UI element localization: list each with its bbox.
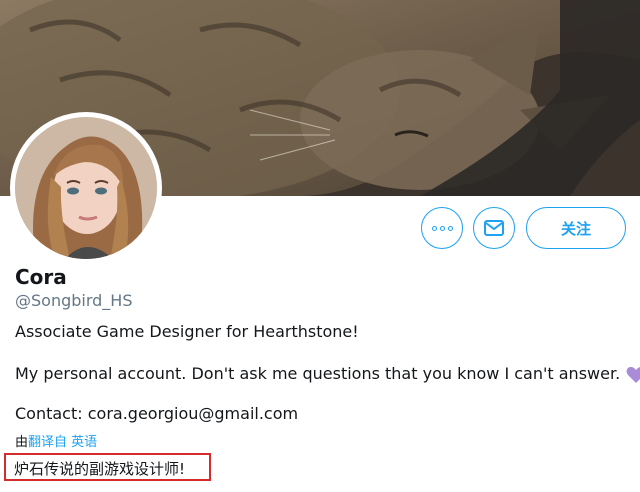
more-dots-icon <box>431 225 453 231</box>
profile-name: Cora <box>15 265 67 289</box>
purple-heart-icon <box>626 366 640 383</box>
translated-bio-highlight: 炉石传说的副游戏设计师! <box>4 453 211 481</box>
envelope-icon <box>484 220 504 236</box>
direct-message-button[interactable] <box>473 207 515 249</box>
profile-handle: @Songbird_HS <box>15 291 133 310</box>
bio-line-1: Associate Game Designer for Hearthstone! <box>15 322 359 341</box>
profile-page: 关注 Cora @Songbird_HS Associate Game Desi… <box>0 0 640 492</box>
translation-prefix: 由 <box>15 435 29 450</box>
avatar[interactable] <box>10 112 162 264</box>
translated-bio-text: 炉石传说的副游戏设计师! <box>14 460 186 478</box>
more-options-button[interactable] <box>421 207 463 249</box>
bio-line-2-text: My personal account. Don't ask me questi… <box>15 364 621 383</box>
translation-attribution: 由翻译自 英语 <box>15 431 97 450</box>
follow-button[interactable]: 关注 <box>526 207 626 249</box>
bio-line-2: My personal account. Don't ask me questi… <box>15 364 640 384</box>
avatar-portrait <box>15 117 157 259</box>
translate-from-english-link[interactable]: 翻译自 英语 <box>28 435 97 450</box>
avatar-photo <box>15 117 157 259</box>
contact-line: Contact: cora.georgiou@gmail.com <box>15 404 299 423</box>
